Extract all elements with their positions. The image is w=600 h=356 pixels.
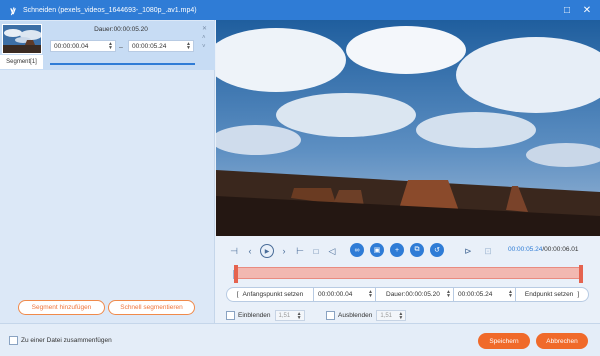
segment-item[interactable]: Segment[1] Dauer:00:00:05.20 00:00:00.04… [0, 21, 215, 70]
fade-in-row: Einblenden 1,51 ▲ ▼ [226, 310, 305, 321]
set-start-button[interactable]: [ Anfangspunkt setzen [227, 288, 313, 301]
trim-end-handle[interactable] [579, 265, 583, 283]
quick-split-button[interactable]: Schnell segmentieren [108, 300, 195, 315]
end-time-field[interactable]: 00:00:05.24 ▲ ▼ [453, 288, 515, 301]
skip-to-start-icon[interactable]: ⊣ [228, 245, 240, 257]
duration-field[interactable]: Dauer:00:00:05.20 ▲ ▼ [375, 288, 453, 301]
close-small-icon[interactable]: ✕ [202, 25, 207, 34]
fade-out-row: Ausblenden 1,51 ▲ ▼ [326, 310, 407, 321]
play-icon[interactable]: ▶ [260, 244, 274, 258]
trim-duration-value: Dauer:00:00:05.20 [386, 291, 440, 298]
start-time-value: 00:00:00.04 [318, 291, 353, 298]
duplicate-icon[interactable]: ⧉ [410, 243, 424, 257]
set-end-button[interactable]: Endpunkt setzen ] [515, 288, 588, 301]
end-time-value: 00:00:05.24 [458, 291, 493, 298]
bracket-right-icon: ] [577, 291, 580, 298]
set-start-label: Anfangspunkt setzen [242, 291, 304, 298]
bracket-left-icon: [ [236, 291, 239, 298]
stop-icon[interactable]: □ [310, 245, 322, 257]
fade-in-checkbox[interactable] [226, 311, 235, 320]
set-end-label: Endpunkt setzen [524, 291, 574, 298]
add-icon[interactable]: + [390, 243, 404, 257]
fade-in-input: 1,51 ▲ ▼ [274, 310, 305, 321]
maximize-icon[interactable]: □ [560, 3, 574, 17]
cancel-button[interactable]: Abbrechen [536, 333, 588, 349]
fade-out-value: 1,51 [380, 312, 393, 319]
loop-icon[interactable]: ∞ [350, 243, 364, 257]
stepper-icon[interactable]: ▲ ▼ [508, 290, 513, 299]
start-time-field[interactable]: 00:00:00.04 ▲ ▼ [313, 288, 375, 301]
segment-start-value: 00:00:00.04 [54, 42, 89, 50]
total-time: /00:00:06.01 [542, 246, 579, 253]
add-segment-button[interactable]: Segment hinzufügen [18, 300, 105, 315]
segment-end-field[interactable]: 00:00:05.24 ▲ ▼ [128, 40, 194, 52]
segment-label: Segment[1] [0, 55, 43, 69]
title-bar: ꝟ Schneiden (pexels_videos_1644693-_1080… [0, 0, 600, 20]
chevron-down-icon[interactable]: ˅ [202, 43, 207, 52]
merge-label: Zu einer Datei zusammenfügen [21, 337, 112, 344]
segment-side-icons: ✕ ˄ ˅ [202, 25, 207, 52]
fade-in-label: Einblenden [238, 312, 271, 319]
jump-start-marker-icon[interactable]: ⊳ [462, 245, 474, 257]
jump-end-marker-icon: ⊡ [484, 245, 492, 256]
current-time: 00:00:05.24 [508, 246, 543, 253]
close-icon[interactable]: ✕ [580, 3, 594, 17]
fade-out-label: Ausblenden [338, 312, 373, 319]
stepper-icon[interactable]: ▲ ▼ [368, 290, 373, 299]
stepper-icon: ▲ ▼ [296, 311, 302, 321]
volume-icon[interactable]: ◁ [326, 245, 338, 257]
video-preview[interactable] [216, 20, 600, 236]
segment-end-value: 00:00:05.24 [132, 42, 167, 50]
fade-out-input: 1,51 ▲ ▼ [376, 310, 407, 321]
trim-timeline[interactable] [234, 265, 583, 283]
footer-bar: Zu einer Datei zusammenfügen Speichern A… [0, 323, 600, 356]
chevron-up-icon[interactable]: ˄ [202, 34, 207, 43]
segment-duration: Dauer:00:00:05.20 [94, 26, 148, 33]
range-dash: – [119, 44, 123, 51]
stepper-icon[interactable]: ▲ ▼ [186, 42, 191, 51]
editor-controls: ⊣ ‹ ▶ › ⊢ □ ◁ ∞ ▣ + ⧉ ↺ ⊳ ⊡ 00:00:05.24/… [216, 236, 600, 323]
stepper-icon[interactable]: ▲ ▼ [108, 42, 113, 51]
segment-start-field[interactable]: 00:00:00.04 ▲ ▼ [50, 40, 116, 52]
app-logo-icon: ꝟ [10, 6, 16, 17]
fade-in-value: 1,51 [278, 312, 291, 319]
segment-thumbnail [2, 24, 42, 54]
merge-option[interactable]: Zu einer Datei zusammenfügen [9, 336, 112, 345]
fade-out-checkbox[interactable] [326, 311, 335, 320]
segment-panel: Segment[1] Dauer:00:00:05.20 00:00:00.04… [0, 20, 215, 323]
save-button[interactable]: Speichern [478, 333, 530, 349]
time-readout: 00:00:05.24/00:00:06.01 [508, 246, 579, 253]
window-title: Schneiden (pexels_videos_1644693-_1080p_… [23, 6, 197, 14]
merge-checkbox[interactable] [9, 336, 18, 345]
copy-segment-icon[interactable]: ▣ [370, 243, 384, 257]
next-frame-icon[interactable]: › [278, 245, 290, 257]
previous-frame-icon[interactable]: ‹ [244, 245, 256, 257]
stepper-icon: ▲ ▼ [398, 311, 404, 321]
trim-settings-row: [ Anfangspunkt setzen 00:00:00.04 ▲ ▼ Dau… [226, 287, 589, 302]
trim-start-handle[interactable] [234, 265, 238, 283]
segment-progress-bar [50, 63, 195, 65]
stepper-icon[interactable]: ▲ ▼ [446, 290, 451, 299]
skip-to-end-icon[interactable]: ⊢ [294, 245, 306, 257]
reset-icon[interactable]: ↺ [430, 243, 444, 257]
